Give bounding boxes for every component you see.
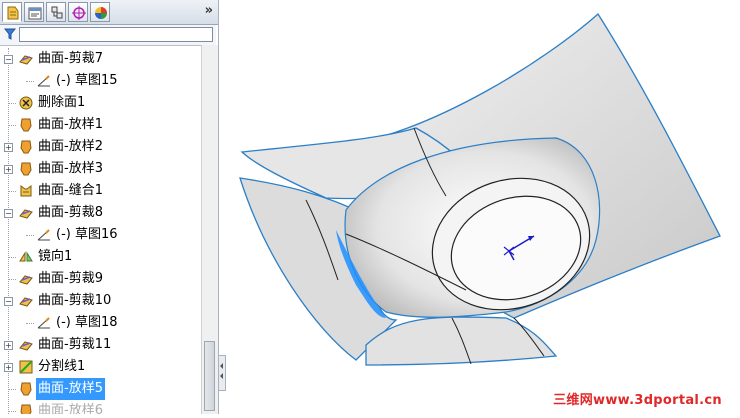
manager-tab-bar: » (0, 0, 218, 25)
filter-input[interactable] (19, 27, 213, 42)
loft-surface-icon (20, 140, 32, 154)
tree-scrollbar[interactable] (201, 45, 218, 414)
filter-bar (0, 25, 216, 46)
tree-row[interactable]: (-) 草图18 (0, 312, 200, 334)
tree-item-label[interactable]: 镜向1 (36, 246, 74, 268)
trim-surface-icon (19, 55, 33, 65)
loft-surface-icon (20, 162, 32, 176)
tree-row[interactable]: + 曲面-放样3 (0, 158, 200, 180)
tree-connector (8, 191, 16, 192)
tree-item-label[interactable]: (-) 草图15 (54, 70, 120, 92)
tree-row[interactable]: 曲面-剪裁9 (0, 268, 200, 290)
scrollbar-thumb[interactable] (204, 341, 215, 411)
tab-display-manager[interactable] (90, 2, 110, 22)
tree-row[interactable]: 曲面-放样1 (0, 114, 200, 136)
tab-dimxpert-manager[interactable] (68, 2, 88, 22)
expand-toggle[interactable]: + (4, 143, 13, 152)
tab-property-manager[interactable] (24, 2, 44, 22)
display-pie-icon (95, 7, 107, 19)
tree-item-label[interactable]: 曲面-剪裁9 (36, 268, 105, 290)
collapse-toggle[interactable]: − (4, 209, 13, 218)
tree-connector (26, 323, 34, 324)
tree-row[interactable]: 曲面-放样6 (0, 400, 200, 414)
tree-row[interactable]: − 曲面-剪裁10 (0, 290, 200, 312)
feature-tree-icon (7, 6, 19, 20)
expand-toggle[interactable]: + (4, 341, 13, 350)
mirror-icon (19, 251, 33, 262)
target-icon (72, 6, 86, 20)
tree-row[interactable]: − 曲面-剪裁7 (0, 48, 200, 70)
tree-row[interactable]: 删除面1 (0, 92, 200, 114)
tree-row[interactable]: 镜向1 (0, 246, 200, 268)
tree-connector (26, 81, 34, 82)
sketch-icon (37, 317, 50, 329)
tree-row[interactable]: 曲面-缝合1 (0, 180, 200, 202)
trim-surface-icon (19, 341, 33, 351)
collapse-toggle[interactable]: − (4, 55, 13, 64)
tree-connector (8, 411, 16, 412)
feature-manager-panel: » − 曲面-剪裁7 (-) 草图15 删除面1 曲面-放样1 + 曲面-放样2 + 曲面-放样… (0, 0, 219, 414)
expand-chevron-icon[interactable]: » (205, 3, 213, 18)
tree-item-label[interactable]: 曲面-放样5 (36, 378, 105, 400)
tree-row[interactable]: 曲面-放样5 (0, 378, 200, 400)
tab-configuration-manager[interactable] (46, 2, 66, 22)
tree-connector (8, 389, 16, 390)
tree-connector (8, 279, 16, 280)
graphics-viewport[interactable]: 三维网www.3dportal.cn (226, 0, 740, 414)
trim-surface-icon (19, 209, 33, 219)
tree-row[interactable]: (-) 草图15 (0, 70, 200, 92)
tree-connector (26, 235, 34, 236)
expand-toggle[interactable]: + (4, 165, 13, 174)
loft-surface-icon (20, 404, 32, 414)
tree-item-label[interactable]: 曲面-放样3 (36, 158, 105, 180)
tree-item-label[interactable]: (-) 草图18 (54, 312, 120, 334)
tree-row[interactable]: (-) 草图16 (0, 224, 200, 246)
loft-surface-icon (20, 118, 32, 132)
trim-surface-icon (19, 275, 33, 285)
delete-face-icon (19, 96, 33, 110)
knit-surface-icon (20, 185, 32, 197)
tab-feature-manager[interactable] (2, 2, 22, 22)
tree-item-label[interactable]: 曲面-缝合1 (36, 180, 105, 202)
collapse-toggle[interactable]: − (4, 297, 13, 306)
tree-row[interactable]: + 分割线1 (0, 356, 200, 378)
sketch-icon (37, 75, 50, 87)
tree-row[interactable]: + 曲面-剪裁11 (0, 334, 200, 356)
splitter-arrows-icon (220, 363, 223, 379)
tree-item-label[interactable]: 曲面-放样6 (36, 400, 105, 414)
tree-item-label[interactable]: 曲面-剪裁11 (36, 334, 113, 356)
configuration-icon (51, 6, 63, 19)
watermark-text: 三维网www.3dportal.cn (553, 393, 722, 408)
trim-surface-icon (19, 297, 33, 307)
tree-row[interactable]: − 曲面-剪裁8 (0, 202, 200, 224)
tree-item-label[interactable]: 分割线1 (36, 356, 87, 378)
tree-row[interactable]: + 曲面-放样2 (0, 136, 200, 158)
filter-funnel-icon[interactable] (4, 28, 16, 40)
tree-item-label[interactable]: 曲面-放样2 (36, 136, 105, 158)
tree-connector (8, 125, 16, 126)
panel-splitter-handle[interactable] (218, 355, 226, 391)
tree-item-label[interactable]: 曲面-剪裁7 (36, 48, 105, 70)
tree-item-label[interactable]: (-) 草图16 (54, 224, 120, 246)
expand-toggle[interactable]: + (4, 363, 13, 372)
tree-connector (8, 103, 16, 104)
tree-connector (8, 257, 16, 258)
sketch-icon (37, 229, 50, 241)
tree-item-label[interactable]: 曲面-剪裁10 (36, 290, 113, 312)
tree-item-label[interactable]: 曲面-放样1 (36, 114, 105, 136)
surface-model-render (239, 13, 721, 366)
split-line-icon (19, 360, 33, 374)
tree-item-label[interactable]: 曲面-剪裁8 (36, 202, 105, 224)
lower-strip-surface (365, 316, 558, 366)
tree-item-label[interactable]: 删除面1 (36, 92, 87, 114)
loft-surface-icon (20, 382, 32, 396)
property-icon (28, 7, 42, 20)
